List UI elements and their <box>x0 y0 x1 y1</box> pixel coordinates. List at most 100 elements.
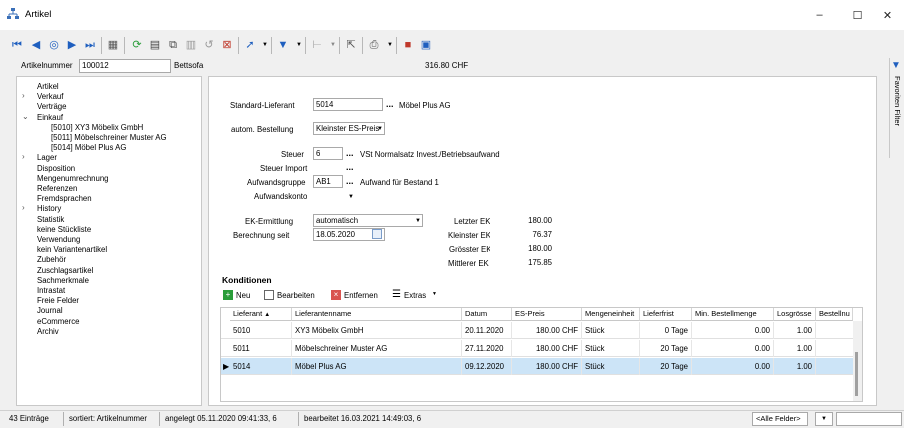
col-losgroesse[interactable]: Losgrösse <box>774 308 816 321</box>
refresh-icon[interactable]: ⟳ <box>130 38 144 52</box>
nav-item[interactable]: Artikel <box>37 82 59 91</box>
table-cell: 27.11.2020 <box>462 340 512 357</box>
nav-item[interactable]: keine Stückliste <box>37 225 91 234</box>
nav-item[interactable]: Verwendung <box>37 235 80 244</box>
table-cell: 1.00 <box>774 358 816 375</box>
steuer-import-lookup-button[interactable]: ... <box>346 162 354 172</box>
nav-item[interactable]: eCommerce <box>37 317 79 326</box>
undo-icon[interactable]: ↺ <box>202 38 216 52</box>
grid-scroll-thumb[interactable] <box>855 352 858 396</box>
first-record-icon[interactable]: ⏮ <box>10 38 24 52</box>
article-number-field[interactable]: 100012 <box>79 59 171 73</box>
table-cell: 5014 <box>230 358 292 375</box>
search-field[interactable] <box>836 412 902 426</box>
favorites-filter-label: Favoriten Filter <box>893 76 902 127</box>
standard-lieferant-field[interactable]: 5014 <box>313 98 383 111</box>
nav-item[interactable]: Zuschlagsartikel <box>37 266 93 275</box>
report-icon[interactable]: ■ <box>401 38 415 52</box>
chevron-right-icon[interactable]: › <box>22 91 25 100</box>
nav-item[interactable]: [5010] XY3 Möbelix GmbH <box>51 123 143 132</box>
chevron-down-icon[interactable]: ▼ <box>413 215 423 226</box>
nav-item[interactable]: Freie Felder <box>37 296 79 305</box>
search-icon[interactable]: ◎ <box>47 38 61 52</box>
field-select[interactable]: <Alle Felder> <box>752 412 808 426</box>
tree-icon[interactable]: ⊢ <box>310 38 324 52</box>
standard-lieferant-name: Möbel Plus AG <box>399 101 451 110</box>
nav-item[interactable]: Einkauf <box>37 113 63 122</box>
nav-item[interactable]: Fremdsprachen <box>37 194 92 203</box>
col-lieferant[interactable]: Lieferant ▲ <box>230 308 292 321</box>
chevron-down-icon[interactable]: ⌄ <box>22 112 29 121</box>
nav-item[interactable]: Mengenumrechnung <box>37 174 109 183</box>
nav-item[interactable]: Intrastat <box>37 286 65 295</box>
print-dropdown-icon[interactable]: ▼ <box>383 38 397 52</box>
col-es-preis[interactable]: ES-Preis <box>512 308 582 321</box>
aufwandsgruppe-lookup-button[interactable]: ... <box>346 176 354 186</box>
standard-lieferant-lookup-button[interactable]: ... <box>386 99 394 109</box>
extras-button[interactable]: Extras <box>404 291 426 300</box>
nav-item[interactable]: Referenzen <box>37 184 77 193</box>
add-icon: + <box>223 290 233 300</box>
bearbeiten-button[interactable]: Bearbeiten <box>277 291 315 300</box>
chevron-down-icon[interactable]: ▼ <box>375 123 385 134</box>
nav-item[interactable]: [5011] Möbelschreiner Muster AG <box>51 133 167 142</box>
nav-item[interactable]: Journal <box>37 306 63 315</box>
delete-icon[interactable]: ⊠ <box>220 38 234 52</box>
chevron-right-icon[interactable]: › <box>22 203 25 212</box>
steuer-field[interactable]: 6 <box>313 147 343 160</box>
last-record-icon[interactable]: ⏭ <box>83 38 97 52</box>
close-button[interactable]: ✕ <box>871 0 904 30</box>
copy-record-icon[interactable]: ⧉ <box>166 38 180 52</box>
tree-dropdown-icon[interactable]: ▼ <box>326 38 340 52</box>
col-datum[interactable]: Datum <box>462 308 512 321</box>
nav-item[interactable]: Verträge <box>37 102 66 111</box>
print-icon[interactable]: ⎙ <box>367 38 381 52</box>
ek-ermittlung-select[interactable]: automatisch <box>313 214 423 227</box>
col-bestellnummer[interactable]: Bestellnu <box>816 308 853 321</box>
table-cell: Möbelschreiner Muster AG <box>292 340 462 357</box>
nav-item[interactable]: Zubehör <box>37 255 66 264</box>
letzter-ek-value: 180.00 <box>490 214 554 227</box>
mittlerer-ek-value: 175.85 <box>490 256 554 269</box>
aufwandskonto-dropdown-icon[interactable]: ▼ <box>346 191 356 202</box>
aufwandsgruppe-description: Aufwand für Bestand 1 <box>360 178 439 187</box>
standard-lieferant-label: Standard-Lieferant <box>230 101 295 110</box>
nav-item[interactable]: Archiv <box>37 327 59 336</box>
new-record-icon[interactable]: ▤ <box>148 38 162 52</box>
save-icon[interactable]: ▥ <box>184 38 198 52</box>
filter-dropdown-icon[interactable]: ▼ <box>292 38 306 52</box>
entfernen-button[interactable]: Entfernen <box>344 291 378 300</box>
calendar-icon[interactable] <box>372 229 382 239</box>
steuer-lookup-button[interactable]: ... <box>346 148 354 158</box>
app-icon <box>7 8 19 20</box>
nav-item[interactable]: [5014] Möbel Plus AG <box>51 143 126 152</box>
col-lieferantenname[interactable]: Lieferantenname <box>292 308 462 321</box>
nav-item[interactable]: History <box>37 204 61 213</box>
col-mengeneinheit[interactable]: Mengeneinheit <box>582 308 640 321</box>
filter-icon[interactable]: ▼ <box>276 38 290 52</box>
col-lieferfrist[interactable]: Lieferfrist <box>640 308 692 321</box>
pin-icon[interactable]: ➚ <box>243 38 257 52</box>
chevron-right-icon[interactable]: › <box>22 152 25 161</box>
col-min-bestellmenge[interactable]: Min. Bestellmenge <box>692 308 774 321</box>
nav-item[interactable]: Sachmerkmale <box>37 276 89 285</box>
field-select-dropdown-icon[interactable]: ▼ <box>815 412 833 426</box>
nav-item[interactable]: Verkauf <box>37 92 63 101</box>
nav-item[interactable]: kein Variantenartikel <box>37 245 107 254</box>
extras-dropdown-icon[interactable]: ▼ <box>432 291 437 297</box>
ek-ermittlung-label: EK-Ermittlung <box>245 217 294 226</box>
pin-dropdown-icon[interactable]: ▼ <box>258 38 272 52</box>
navigate-icon[interactable]: ⇱ <box>344 38 358 52</box>
next-record-icon[interactable]: ▶ <box>65 38 79 52</box>
nav-item[interactable]: Disposition <box>37 164 75 173</box>
form-icon[interactable]: ▣ <box>419 38 433 52</box>
table-view-icon[interactable]: ▦ <box>106 38 120 52</box>
nav-item[interactable]: Lager <box>37 153 57 162</box>
aufwandsgruppe-field[interactable]: AB1 <box>313 175 343 188</box>
row-indicator-icon: ▶ <box>223 362 230 371</box>
table-cell: 180.00 CHF <box>512 340 582 357</box>
nav-item[interactable]: Statistik <box>37 215 64 224</box>
konditionen-title: Konditionen <box>222 275 272 285</box>
previous-record-icon[interactable]: ◀ <box>29 38 43 52</box>
neu-button[interactable]: Neu <box>236 291 250 300</box>
